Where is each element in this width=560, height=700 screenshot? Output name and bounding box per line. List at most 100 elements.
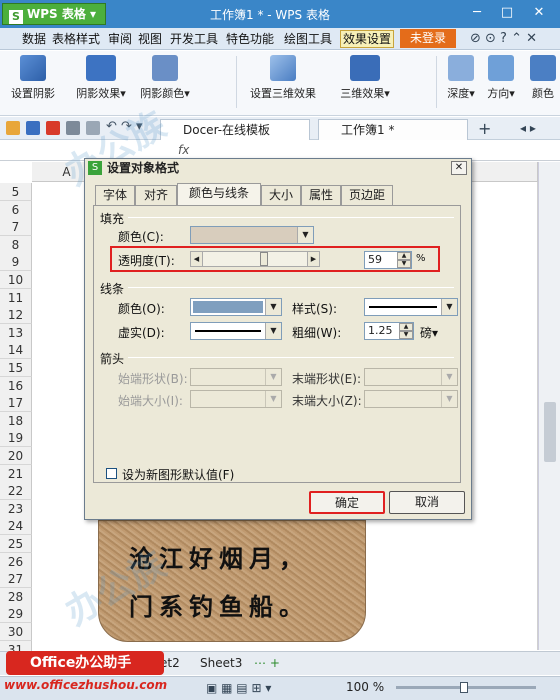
set-3d-button[interactable]: 设置三维效果 [246,55,320,101]
dash-label: 虚实(D): [118,326,165,340]
line-color-swatch [193,301,263,313]
open-icon[interactable] [6,121,20,135]
save-icon[interactable] [26,121,40,135]
end-style-combo[interactable]: ▼ [364,368,458,386]
view-mode-icons[interactable]: ▣ ▦ ▤ ⊞ ▾ [206,681,271,695]
print-icon[interactable] [66,121,80,135]
row-header[interactable]: 29 [0,605,32,624]
close-window-button[interactable]: ✕ [528,4,550,22]
row-header[interactable]: 6 [0,200,32,219]
menu-drawing-tools[interactable]: 绘图工具 [282,31,334,49]
menu-effects[interactable]: 效果设置 [340,30,395,48]
zoom-thumb[interactable] [460,682,468,693]
menu-table-style[interactable]: 表格样式 [50,31,102,49]
fill-group-label: 填充 [100,212,125,226]
cancel-button[interactable]: 取消 [389,491,465,514]
tab-properties[interactable]: 属性 [301,185,341,205]
line-color-combo[interactable]: ▼ [190,298,282,316]
tab-docer[interactable]: Docer-在线模板 [160,119,310,140]
slider-left-icon[interactable]: ◀ [191,252,203,266]
tab-nav-icons[interactable]: ◂ ▸ [520,121,536,135]
default-checkbox[interactable] [106,468,117,479]
tab-size[interactable]: 大小 [261,185,301,205]
menu-developer[interactable]: 开发工具 [168,31,220,49]
vertical-scrollbar[interactable] [538,162,560,650]
menu-review[interactable]: 审阅 [106,31,134,49]
zoom-slider[interactable] [396,682,536,693]
row-header[interactable]: 21 [0,464,32,483]
row-header[interactable]: 26 [0,552,32,571]
poem-line-2: 门系钓鱼船。 [129,592,309,621]
wps-s-icon: S [88,161,102,175]
set-shadow-button[interactable]: 设置阴影 [8,55,58,101]
app-menu-button[interactable]: S WPS 表格 ▾ [2,3,106,25]
new-tab-icon[interactable]: + [478,119,491,138]
dash-combo[interactable]: ▼ [190,322,282,340]
fill-color-combo[interactable]: ▼ [190,226,314,244]
add-sheet-button[interactable]: ⋯ + [254,656,280,670]
row-header[interactable]: 23 [0,499,32,518]
tab-color-and-lines[interactable]: 颜色与线条 [177,183,261,206]
menu-view[interactable]: 视图 [136,31,164,49]
end-size-combo[interactable]: ▼ [364,390,458,408]
row-header[interactable]: 7 [0,218,32,237]
maximize-button[interactable]: □ [496,4,518,22]
pdf-icon[interactable] [46,121,60,135]
slider-thumb[interactable] [259,252,268,266]
ok-button[interactable]: 确定 [309,491,385,514]
begin-size-combo[interactable]: ▼ [190,390,282,408]
spin-down-icon[interactable]: ▼ [397,260,411,268]
row-header[interactable]: 15 [0,359,32,377]
direction-button[interactable]: 方向▾ [484,55,518,101]
row-header[interactable]: 10 [0,271,32,289]
menu-special[interactable]: 特色功能 [224,31,276,49]
begin-style-combo[interactable]: ▼ [190,368,282,386]
row-header[interactable]: 18 [0,411,32,430]
row-header[interactable]: 25 [0,535,32,553]
depth-button[interactable]: 深度▾ [444,55,478,101]
tab-margins[interactable]: 页边距 [341,185,393,205]
3d-effect-button[interactable]: 三维效果▾ [336,55,394,101]
transparency-spin[interactable]: 59 ▲ ▼ [364,251,412,269]
weight-unit[interactable]: 磅▾ [420,324,438,341]
slider-right-icon[interactable]: ▶ [307,252,319,266]
shadow-color-button[interactable]: 阴影颜色▾ [136,55,194,101]
row-header[interactable]: 9 [0,253,32,272]
line-style-combo[interactable]: ▼ [364,298,458,316]
tab-workbook[interactable]: 工作簿1 * [318,119,468,140]
row-header[interactable]: 19 [0,429,32,448]
fx-icon[interactable]: fx [178,143,189,157]
row-header[interactable]: 24 [0,517,32,536]
row-header[interactable]: 8 [0,235,32,254]
row-header[interactable]: 30 [0,623,32,641]
toolbar-icons[interactable]: ⊘ ⊙ ? ⌃ ✕ [470,31,537,46]
transparency-slider[interactable]: ◀ ▶ [190,251,320,267]
row-header[interactable]: 27 [0,570,32,589]
row-header[interactable]: 5 [0,183,32,201]
dialog-close-button[interactable]: ✕ [451,161,467,175]
row-header[interactable]: 12 [0,306,32,325]
tab-alignment[interactable]: 对齐 [135,185,177,205]
sheet-tab-3[interactable]: Sheet3 [200,656,242,670]
shadow-icon [20,55,46,81]
tab-font[interactable]: 字体 [95,185,135,205]
row-header[interactable]: 16 [0,376,32,395]
scroll-thumb[interactable] [544,402,556,462]
row-header[interactable]: 22 [0,482,32,501]
row-header[interactable]: 20 [0,447,32,465]
menu-data[interactable]: 数据 [20,31,48,49]
row-header[interactable]: 14 [0,341,32,360]
row-header[interactable]: 11 [0,288,32,307]
color-button[interactable]: 颜色 [526,55,560,101]
minimize-button[interactable]: ─ [466,4,488,22]
spin-up-icon[interactable]: ▲ [397,252,411,260]
zoom-level: 100 % [346,680,385,694]
weight-spin[interactable]: 1.25 ▲ ▼ [364,322,414,340]
row-header[interactable]: 17 [0,394,32,413]
spin-up-icon[interactable]: ▲ [399,323,413,331]
spin-down-icon[interactable]: ▼ [399,331,413,339]
row-header[interactable]: 28 [0,587,32,606]
row-header[interactable]: 13 [0,323,32,342]
shadow-effect-button[interactable]: 阴影效果▾ [72,55,130,101]
login-button[interactable]: 未登录 [400,29,456,48]
